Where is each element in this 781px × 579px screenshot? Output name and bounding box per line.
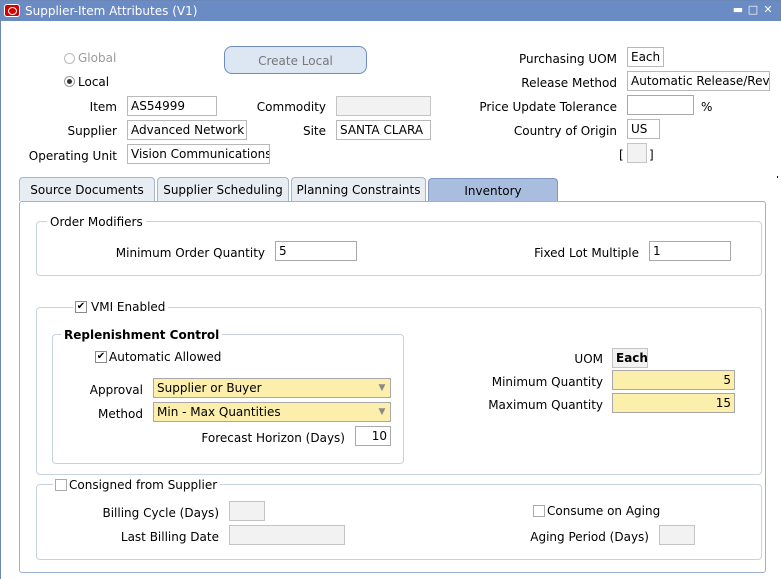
tab-planning-constraints[interactable]: Planning Constraints: [291, 177, 426, 201]
supplier-label: Supplier: [67, 124, 117, 138]
method-value: Min - Max Quantities: [157, 405, 281, 419]
forecast-horizon-label: Forecast Horizon (Days): [201, 431, 345, 445]
automatic-allowed-checkbox[interactable]: ✔: [95, 351, 107, 363]
replenishment-control-title: Replenishment Control: [61, 327, 223, 343]
window-title: Supplier-Item Attributes (V1): [25, 4, 198, 18]
global-radio[interactable]: [64, 53, 75, 64]
close-icon[interactable]: ✕: [762, 4, 774, 16]
maximum-quantity-field[interactable]: 15: [612, 393, 735, 413]
local-radio[interactable]: [64, 76, 75, 87]
oracle-logo-icon: [4, 4, 20, 17]
tab-supplier-scheduling[interactable]: Supplier Scheduling: [157, 177, 289, 201]
item-label: Item: [89, 100, 117, 114]
consigned-checkbox[interactable]: [55, 479, 67, 491]
vmi-enabled-title: ✔ VMI Enabled: [73, 299, 169, 315]
aging-period-label: Aging Period (Days): [530, 530, 649, 544]
uom-field[interactable]: Each: [612, 348, 648, 368]
vmi-enabled-label: VMI Enabled: [91, 300, 166, 314]
method-label: Method: [97, 407, 143, 421]
fixed-lot-multiple-field[interactable]: 1: [649, 241, 731, 261]
maximize-icon[interactable]: □: [747, 4, 759, 16]
tab-source-documents[interactable]: Source Documents: [19, 177, 155, 201]
inventory-tab-panel: Order Modifiers Minimum Order Quantity 5…: [19, 201, 766, 573]
uom-label: UOM: [574, 352, 603, 366]
commodity-field[interactable]: [336, 96, 431, 116]
last-billing-date-label: Last Billing Date: [120, 530, 219, 544]
purchasing-uom-label: Purchasing UOM: [518, 52, 617, 66]
order-modifiers-title: Order Modifiers: [47, 214, 146, 230]
last-billing-date-field[interactable]: [229, 525, 345, 545]
minimum-quantity-field[interactable]: 5: [612, 370, 735, 390]
fixed-lot-multiple-label: Fixed Lot Multiple: [534, 246, 639, 260]
edge-marker: [777, 176, 778, 178]
forecast-horizon-field[interactable]: 10: [355, 426, 391, 446]
consigned-label: Consigned from Supplier: [69, 478, 218, 492]
dff-bracket-open: [: [619, 148, 624, 162]
consume-on-aging-checkbox[interactable]: [533, 505, 545, 517]
billing-cycle-label: Billing Cycle (Days): [102, 506, 219, 520]
vmi-enabled-checkbox[interactable]: ✔: [75, 301, 87, 313]
consigned-title: Consigned from Supplier: [53, 477, 221, 493]
approval-dropdown-icon[interactable]: ▼: [376, 381, 388, 395]
consigned-group: Consigned from Supplier Billing Cycle (D…: [36, 477, 762, 560]
method-select[interactable]: Min - Max Quantities ▼: [153, 402, 391, 422]
percent-sign: %: [701, 100, 713, 114]
minimum-quantity-label: Minimum Quantity: [491, 375, 603, 389]
consume-on-aging-label: Consume on Aging: [547, 504, 661, 518]
automatic-allowed-label: Automatic Allowed: [109, 350, 222, 364]
local-label: Local: [78, 75, 110, 89]
operating-unit-field[interactable]: Vision Communications: [127, 144, 270, 164]
price-update-tolerance-label: Price Update Tolerance: [479, 100, 617, 114]
global-label: Global: [78, 51, 117, 65]
supplier-item-attributes-window: Supplier-Item Attributes (V1) ▬ □ ✕ Glob…: [0, 0, 781, 579]
price-update-tolerance-field[interactable]: [627, 95, 694, 115]
billing-cycle-field[interactable]: [229, 501, 265, 521]
dff-bracket-close: ]: [649, 148, 654, 162]
approval-label: Approval: [89, 383, 143, 397]
min-order-qty-field[interactable]: 5: [275, 241, 357, 261]
maximum-quantity-label: Maximum Quantity: [488, 398, 603, 412]
minimize-icon[interactable]: ▬: [732, 4, 744, 16]
country-of-origin-label: Country of Origin: [513, 124, 617, 138]
item-field[interactable]: AS54999: [127, 96, 217, 116]
approval-value: Supplier or Buyer: [157, 381, 262, 395]
site-field[interactable]: SANTA CLARA: [336, 120, 431, 140]
form-content: Global Local Create Local Item AS54999 C…: [1, 21, 781, 579]
tab-inventory[interactable]: Inventory: [428, 178, 558, 202]
approval-select[interactable]: Supplier or Buyer ▼: [153, 378, 391, 398]
method-dropdown-icon[interactable]: ▼: [376, 405, 388, 419]
operating-unit-label: Operating Unit: [28, 149, 117, 163]
create-local-button[interactable]: Create Local: [224, 46, 367, 74]
vmi-group: ✔ VMI Enabled Replenishment Control ✔ Au…: [36, 299, 762, 475]
descriptive-flexfield[interactable]: [627, 143, 647, 163]
site-label: Site: [302, 124, 326, 138]
commodity-label: Commodity: [256, 100, 326, 114]
title-bar[interactable]: Supplier-Item Attributes (V1) ▬ □ ✕: [1, 1, 780, 21]
aging-period-field[interactable]: [659, 525, 695, 545]
purchasing-uom-field[interactable]: Each: [627, 47, 664, 67]
order-modifiers-group: Order Modifiers Minimum Order Quantity 5…: [36, 214, 762, 276]
country-of-origin-field[interactable]: US: [627, 119, 660, 139]
release-method-field[interactable]: Automatic Release/Revi: [627, 71, 770, 91]
supplier-field[interactable]: Advanced Network D: [127, 120, 247, 140]
release-method-label: Release Method: [521, 76, 617, 90]
min-order-qty-label: Minimum Order Quantity: [115, 246, 265, 260]
replenishment-control-group: Replenishment Control ✔ Automatic Allowe…: [52, 327, 404, 464]
